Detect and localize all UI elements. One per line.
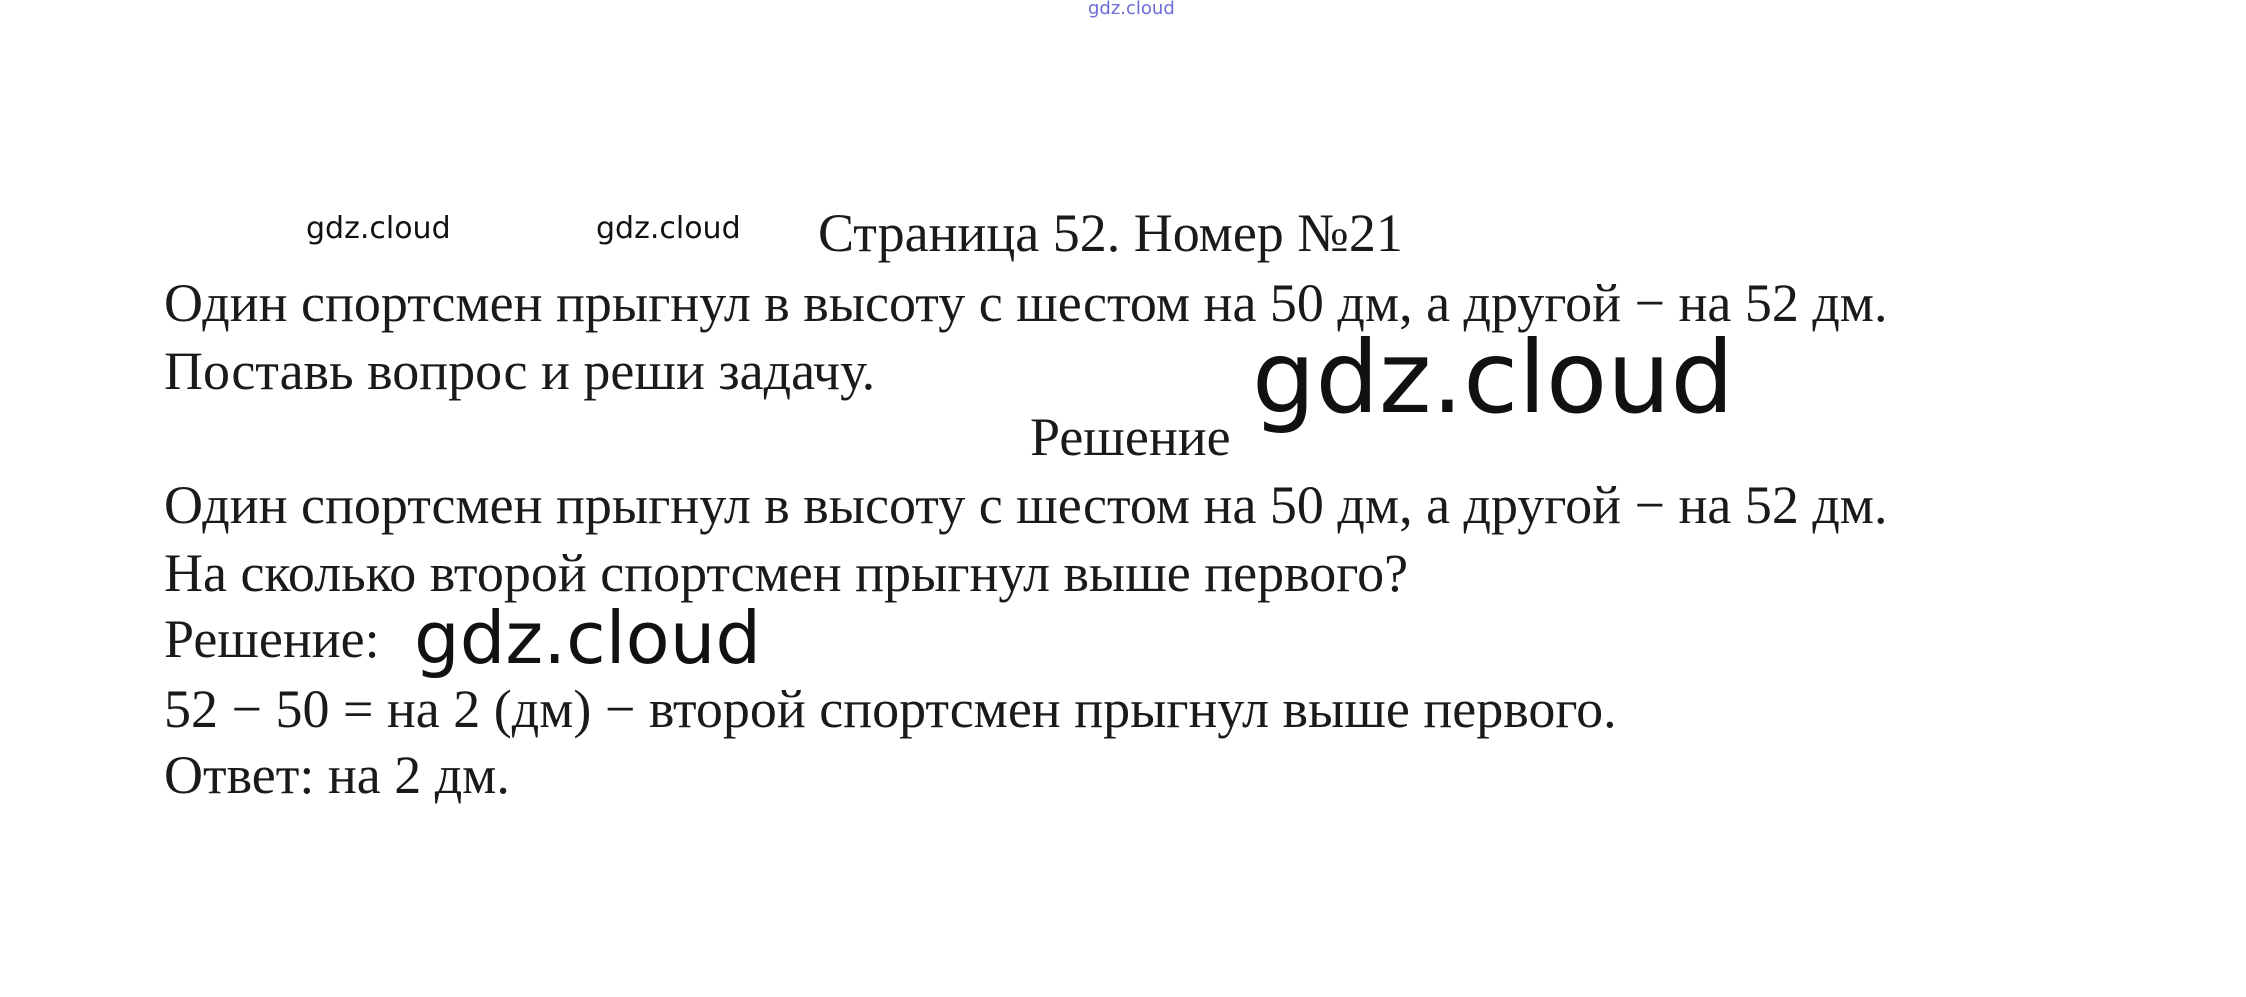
watermark-big: gdz.cloud	[1252, 319, 1735, 436]
solution-line-1: Один спортсмен прыгнул в высоту с шестом…	[164, 475, 1888, 535]
page-title: Страница 52. Номер №21	[818, 203, 1403, 263]
task-line-2: Поставь вопрос и реши задачу.	[164, 341, 876, 401]
solution-line-2: На сколько второй спортсмен прыгнул выше…	[164, 543, 1409, 603]
watermark-small-left: gdz.cloud	[306, 211, 451, 246]
solution-label: Решение:	[164, 609, 380, 669]
calculation-line: 52 − 50 = на 2 (дм) − второй спортсмен п…	[164, 679, 1617, 739]
watermark-mid: gdz.cloud	[414, 596, 762, 680]
watermark-top: gdz.cloud	[1088, 0, 1175, 19]
answer-line: Ответ: на 2 дм.	[164, 745, 510, 805]
solution-heading: Решение	[1030, 407, 1231, 467]
watermark-small-right: gdz.cloud	[596, 211, 741, 246]
